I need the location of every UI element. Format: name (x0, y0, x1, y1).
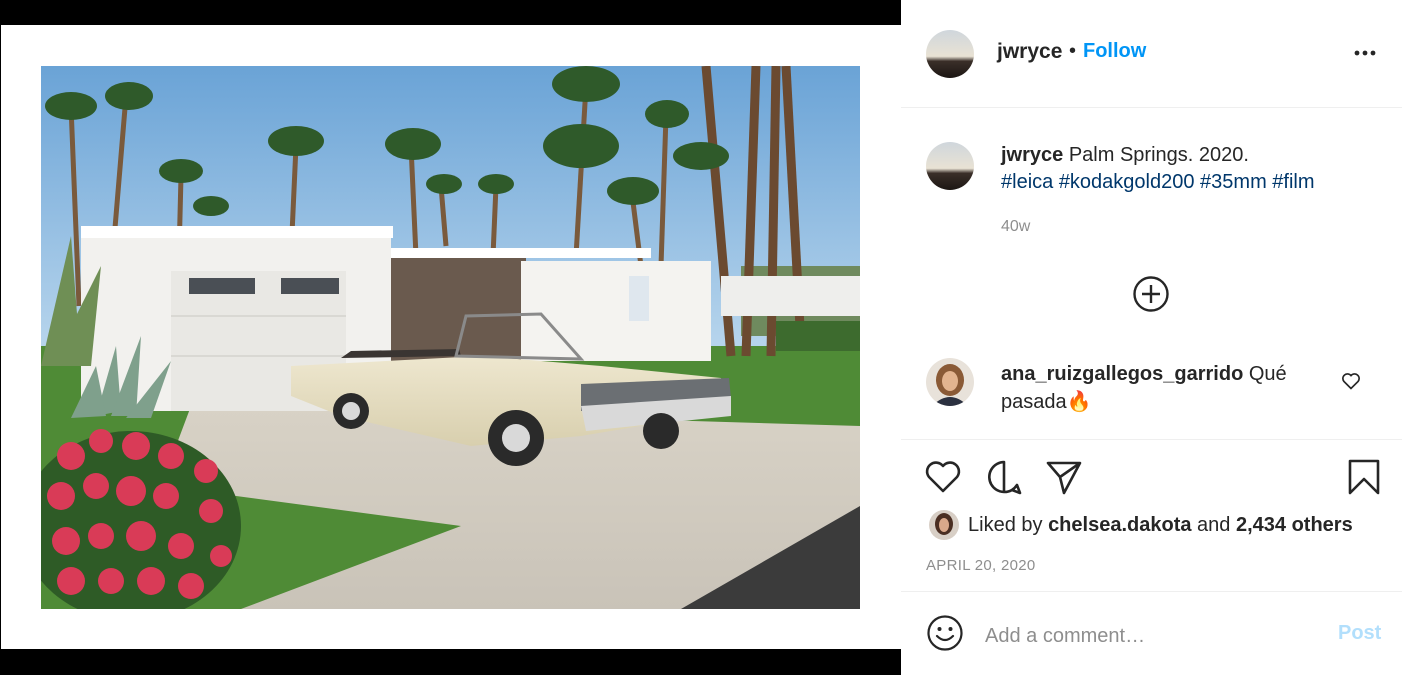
actions-divider (901, 439, 1402, 440)
paper-plane-icon[interactable] (1044, 457, 1084, 497)
photo-frame (1, 25, 901, 649)
likes-user[interactable]: chelsea.dakota (1048, 514, 1191, 536)
heart-outline-icon[interactable] (923, 457, 963, 497)
composer-divider (901, 591, 1402, 592)
post-side-panel: jwryce • Follow jwryce Palm Springs. 202… (901, 0, 1402, 675)
likes-prefix: Liked by (968, 514, 1043, 536)
smiley-icon[interactable] (926, 614, 964, 652)
likes-conjunction: and (1197, 514, 1231, 536)
add-comment-input[interactable] (985, 621, 1315, 651)
caption-hashtags[interactable]: #leica #kodakgold200 #35mm #film (1001, 171, 1315, 194)
caption-text: jwryce Palm Springs. 2020. (1001, 144, 1249, 167)
caption-author-avatar[interactable] (926, 142, 974, 190)
author-avatar[interactable] (926, 30, 974, 78)
heart-outline-icon[interactable] (1341, 371, 1361, 391)
more-horizontal-icon[interactable] (1352, 43, 1378, 63)
comment-username[interactable]: ana_ruizgallegos_garrido (1001, 363, 1243, 385)
post-media (0, 0, 901, 675)
follow-separator: • (1069, 40, 1077, 62)
post-comment-button[interactable]: Post (1338, 622, 1381, 645)
comment-bubble-icon[interactable] (984, 457, 1024, 497)
author-username[interactable]: jwryce (997, 40, 1062, 64)
header-divider (901, 107, 1402, 108)
caption-age[interactable]: 40w (1001, 218, 1030, 236)
likes-others[interactable]: 2,434 others (1236, 514, 1353, 536)
bookmark-icon[interactable] (1344, 457, 1384, 497)
follow-button[interactable]: Follow (1083, 40, 1146, 63)
plus-circle-icon[interactable] (1132, 275, 1170, 313)
fire-emoji: 🔥 (1066, 391, 1092, 413)
comment: ana_ruizgallegos_garrido Qué pasada🔥 (1001, 360, 1291, 416)
post-photo[interactable] (41, 66, 860, 609)
post-date[interactable]: APRIL 20, 2020 (926, 557, 1036, 574)
likes-summary: Liked by chelsea.dakota and 2,434 others (968, 514, 1353, 537)
caption-body: Palm Springs. 2020. (1068, 144, 1249, 166)
liker-avatar[interactable] (929, 510, 959, 540)
caption-username[interactable]: jwryce (1001, 144, 1063, 166)
commenter-avatar[interactable] (926, 358, 974, 406)
